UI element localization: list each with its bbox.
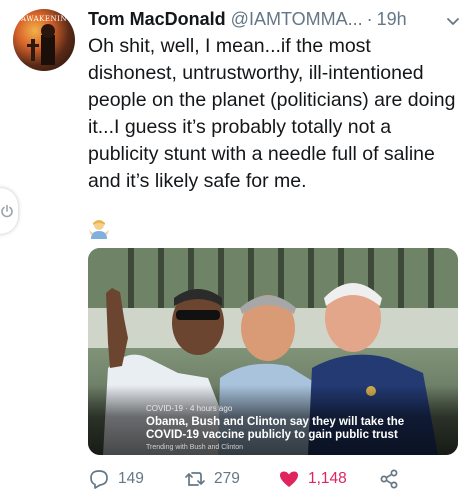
tweet-header: Tom MacDonald @IAMTOMMA... · 19h [88,9,461,30]
more-options-button[interactable] [445,13,461,34]
like-count: 1,148 [308,470,347,487]
card-meta: COVID-19 · 4 hours ago [146,404,233,413]
side-power-handle[interactable] [0,188,18,234]
retweet-count: 279 [214,470,240,487]
tweet-text: Oh shit, well, I mean...if the most dish… [88,35,456,192]
share-button[interactable] [378,468,408,490]
card-trending: Trending with Bush and Clinton [146,444,244,451]
avatar-text: AWAKENING [21,15,74,23]
share-icon [380,469,398,489]
author-handle[interactable]: @IAMTOMMA... [231,9,363,30]
person-shrugging-emoji [88,218,110,245]
time-separator: · [366,9,373,29]
like-button[interactable]: 1,148 [278,468,347,490]
news-card[interactable]: COVID-19 · 4 hours ago Obama, Bush and C… [88,248,458,455]
tweet-time[interactable]: 19h [377,9,407,30]
avatar[interactable]: AWAKENING [13,9,75,71]
power-icon [1,204,13,218]
tweet-actions: 149 279 1,148 [88,468,458,492]
author-name[interactable]: Tom MacDonald [88,9,226,30]
heart-icon [280,471,298,487]
chevron-down-icon [447,18,459,25]
reply-count: 149 [118,470,144,487]
retweet-button[interactable]: 279 [184,468,240,490]
card-headline[interactable]: Obama, Bush and Clinton say they will ta… [146,416,446,442]
reply-button[interactable]: 149 [88,468,144,490]
reply-icon [90,470,108,489]
retweet-icon [185,472,205,486]
